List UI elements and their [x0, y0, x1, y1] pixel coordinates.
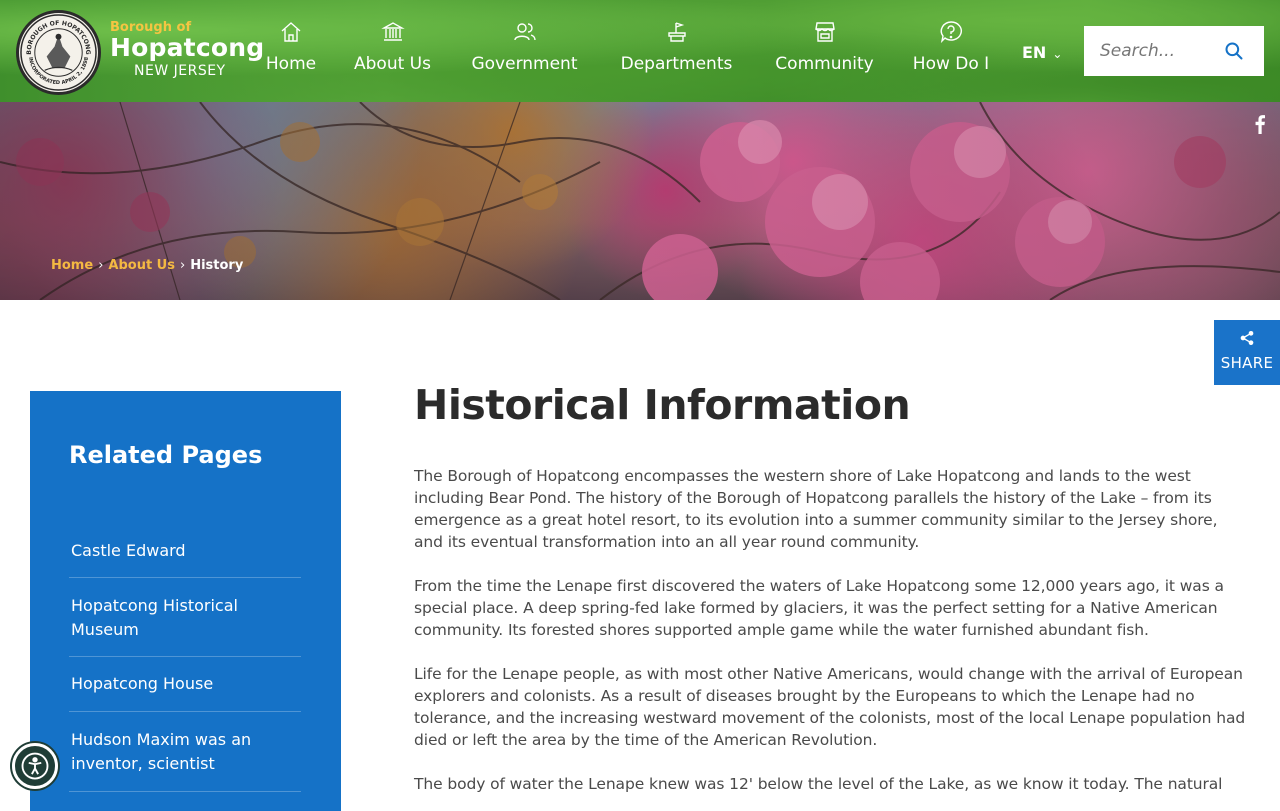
home-icon — [281, 22, 301, 42]
nav-government-label: Government — [471, 54, 578, 74]
accessibility-button[interactable] — [12, 743, 58, 789]
history-paragraph: From the time the Lenape first discovere… — [414, 577, 1224, 639]
language-label: EN — [1022, 43, 1047, 62]
search-box — [1084, 26, 1264, 76]
flag-podium-icon — [667, 22, 686, 42]
search-icon — [1225, 42, 1243, 60]
breadcrumb-separator: › — [98, 258, 104, 273]
brand-state: NEW JERSEY — [134, 63, 226, 79]
nav-how-do-i[interactable]: How Do I — [911, 20, 991, 74]
related-page-label: Hopatcong House — [71, 674, 214, 693]
building-icon — [380, 22, 405, 41]
search-input[interactable] — [1084, 26, 1214, 76]
site-header: BOROUGH OF HOPATCONG INCORPORATED APRIL … — [0, 0, 1280, 102]
related-page-link[interactable]: Hopatcong Historical Museum — [69, 578, 301, 657]
history-paragraph: The Borough of Hopatcong encompasses the… — [414, 467, 1218, 551]
share-button[interactable]: SHARE — [1214, 320, 1280, 385]
nav-home-label: Home — [265, 54, 317, 74]
breadcrumb-home[interactable]: Home — [51, 258, 93, 273]
nav-home[interactable]: Home — [264, 20, 318, 74]
hero-banner: Home › About Us › History — [0, 102, 1280, 300]
users-icon — [513, 23, 536, 41]
brand-text[interactable]: Borough of Hopatcong NEW JERSEY — [110, 20, 264, 79]
facebook-icon[interactable] — [1253, 114, 1267, 134]
breadcrumb: Home › About Us › History — [51, 258, 243, 273]
history-paragraph: The body of water the Lenape knew was 12… — [414, 775, 1223, 793]
sidebar-title: Related Pages — [69, 441, 263, 469]
chevron-down-icon: ⌄ — [1052, 47, 1063, 61]
nav-about-label: About Us — [354, 54, 431, 74]
breadcrumb-about[interactable]: About Us — [108, 258, 175, 273]
related-page-label: Castle Edward — [71, 541, 186, 560]
related-page-link[interactable]: Hudson Maxim was an inventor, scientist — [69, 712, 301, 792]
page-title: Historical Information — [414, 381, 911, 429]
question-icon — [940, 21, 962, 44]
share-icon — [1240, 331, 1254, 345]
history-paragraph: Life for the Lenape people, as with most… — [414, 665, 1246, 749]
related-page-link[interactable]: Hopatcong House — [69, 657, 301, 712]
storefront-icon — [814, 22, 835, 42]
brand-name: Hopatcong — [110, 33, 265, 62]
nav-government[interactable]: Government — [468, 20, 581, 74]
borough-seal-logo[interactable]: BOROUGH OF HOPATCONG INCORPORATED APRIL … — [16, 10, 101, 95]
related-page-label: Hopatcong Historical Museum — [71, 596, 238, 639]
related-page-label: Hudson Maxim was an inventor, scientist — [71, 730, 252, 773]
nav-community-label: Community — [775, 54, 874, 74]
nav-community[interactable]: Community — [771, 20, 878, 74]
nav-about-us[interactable]: About Us — [351, 20, 434, 74]
related-page-link[interactable]: Castle Edward — [69, 529, 301, 578]
language-selector[interactable]: EN ⌄ — [1022, 43, 1062, 62]
search-button[interactable] — [1214, 26, 1254, 76]
nav-departments[interactable]: Departments — [616, 20, 737, 74]
breadcrumb-separator: › — [179, 258, 186, 273]
main-content: Historical Information The Borough of Ho… — [414, 380, 1249, 795]
nav-howdoi-label: How Do I — [912, 54, 990, 74]
related-pages-list: Castle Edward Hopatcong Historical Museu… — [69, 529, 301, 792]
breadcrumb-current: History — [190, 258, 244, 273]
related-pages-sidebar: Related Pages Castle Edward Hopatcong Hi… — [30, 391, 341, 811]
accessibility-icon — [21, 752, 49, 780]
nav-departments-label: Departments — [620, 54, 733, 74]
share-label: SHARE — [1220, 354, 1274, 372]
